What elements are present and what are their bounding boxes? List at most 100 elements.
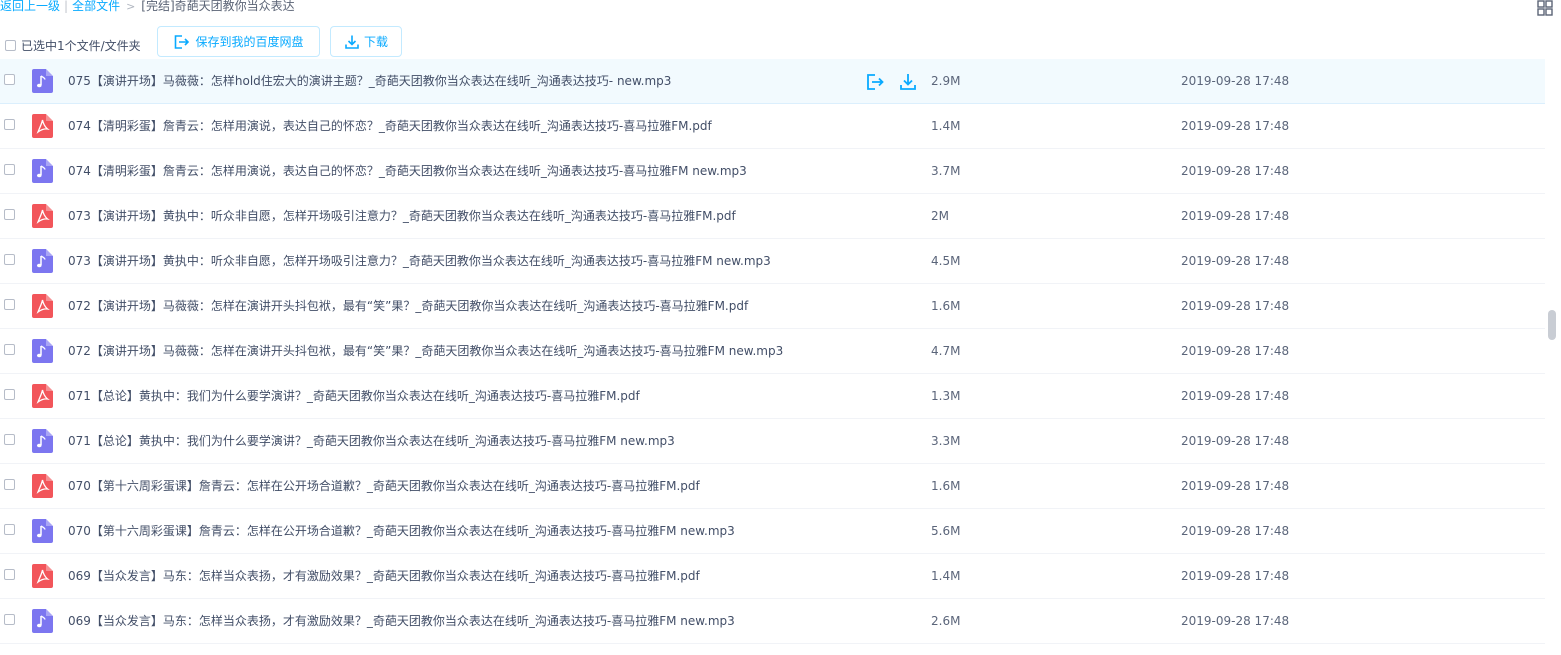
select-all-checkbox[interactable]: [5, 40, 16, 51]
file-size: 2.9M: [931, 74, 961, 88]
scrollbar-thumb[interactable]: [1548, 310, 1556, 340]
music-note-icon: [32, 159, 53, 183]
file-checkbox[interactable]: [4, 254, 15, 265]
music-note-icon: [32, 609, 53, 633]
file-name[interactable]: 075【演讲开场】马薇薇：怎样hold住宏大的演讲主题？_奇葩天团教你当众表达在…: [68, 59, 671, 103]
music-note-icon: [32, 249, 53, 273]
file-date: 2019-09-28 17:48: [1181, 479, 1290, 493]
file-checkbox[interactable]: [4, 209, 15, 220]
save-to-netdisk-button[interactable]: 保存到我的百度网盘: [157, 26, 320, 57]
file-date: 2019-09-28 17:48: [1181, 434, 1290, 448]
file-checkbox[interactable]: [4, 569, 15, 580]
file-checkbox[interactable]: [4, 119, 15, 130]
file-name[interactable]: 073【演讲开场】黄执中：听众非自愿，怎样开场吸引注意力？_奇葩天团教你当众表达…: [68, 194, 736, 238]
file-name[interactable]: 072【演讲开场】马薇薇：怎样在演讲开头抖包袱，最有“笑”果？_奇葩天团教你当众…: [68, 329, 783, 373]
file-size: 1.4M: [931, 119, 961, 133]
back-link[interactable]: 返回上一级: [0, 0, 60, 13]
grid-view-icon[interactable]: [1537, 0, 1553, 16]
file-row[interactable]: 071【总论】黄执中：我们为什么要学演讲？_奇葩天团教你当众表达在线听_沟通表达…: [0, 374, 1545, 419]
file-size: 2M: [931, 209, 949, 223]
file-checkbox[interactable]: [4, 434, 15, 445]
file-date: 2019-09-28 17:48: [1181, 209, 1290, 223]
file-date: 2019-09-28 17:48: [1181, 614, 1290, 628]
current-folder-name: [完结]奇葩天团教你当众表达: [141, 0, 295, 13]
download-button-label: 下载: [363, 35, 388, 49]
breadcrumb: 返回上一级 | 全部文件 > [完结]奇葩天团教你当众表达: [0, 0, 295, 14]
file-name[interactable]: 072【演讲开场】马薇薇：怎样在演讲开头抖包袱，最有“笑”果？_奇葩天团教你当众…: [68, 284, 748, 328]
file-row[interactable]: 073【演讲开场】黄执中：听众非自愿，怎样开场吸引注意力？_奇葩天团教你当众表达…: [0, 194, 1545, 239]
download-icon: [345, 35, 359, 49]
file-name[interactable]: 073【演讲开场】黄执中：听众非自愿，怎样开场吸引注意力？_奇葩天团教你当众表达…: [68, 239, 771, 283]
save-to-netdisk-icon[interactable]: [865, 72, 885, 92]
download-button[interactable]: 下载: [330, 26, 402, 57]
file-checkbox[interactable]: [4, 614, 15, 625]
file-size: 2.6M: [931, 614, 961, 628]
file-row[interactable]: 069【当众发言】马东：怎样当众表扬，才有激励效果？_奇葩天团教你当众表达在线听…: [0, 599, 1545, 644]
file-checkbox[interactable]: [4, 479, 15, 490]
file-size: 3.7M: [931, 164, 961, 178]
download-icon[interactable]: [898, 72, 918, 92]
file-row[interactable]: 069【当众发言】马东：怎样当众表扬，才有激励效果？_奇葩天团教你当众表达在线听…: [0, 554, 1545, 599]
file-size: 4.7M: [931, 344, 961, 358]
file-row[interactable]: 071【总论】黄执中：我们为什么要学演讲？_奇葩天团教你当众表达在线听_沟通表达…: [0, 419, 1545, 464]
file-size: 5.6M: [931, 524, 961, 538]
file-size: 4.5M: [931, 254, 961, 268]
file-date: 2019-09-28 17:48: [1181, 569, 1290, 583]
file-checkbox[interactable]: [4, 299, 15, 310]
file-checkbox[interactable]: [4, 344, 15, 355]
file-name[interactable]: 074【清明彩蛋】詹青云：怎样用演说，表达自己的怀恋？_奇葩天团教你当众表达在线…: [68, 149, 747, 193]
pdf-icon: [32, 204, 53, 228]
file-row[interactable]: 070【第十六周彩蛋课】詹青云：怎样在公开场合道歉？_奇葩天团教你当众表达在线听…: [0, 509, 1545, 554]
toolbar: 已选中1个文件/文件夹 保存到我的百度网盘 下载: [0, 26, 1561, 60]
selected-count-label: 已选中1个文件/文件夹: [21, 39, 141, 53]
file-date: 2019-09-28 17:48: [1181, 389, 1290, 403]
file-name[interactable]: 071【总论】黄执中：我们为什么要学演讲？_奇葩天团教你当众表达在线听_沟通表达…: [68, 419, 675, 463]
file-size: 3.3M: [931, 434, 961, 448]
file-date: 2019-09-28 17:48: [1181, 299, 1290, 313]
music-note-icon: [32, 69, 53, 93]
scrollbar[interactable]: [1545, 60, 1561, 655]
file-date: 2019-09-28 17:48: [1181, 344, 1290, 358]
file-row[interactable]: 072【演讲开场】马薇薇：怎样在演讲开头抖包袱，最有“笑”果？_奇葩天团教你当众…: [0, 329, 1545, 374]
pdf-icon: [32, 294, 53, 318]
file-date: 2019-09-28 17:48: [1181, 524, 1290, 538]
file-name[interactable]: 074【清明彩蛋】詹青云：怎样用演说，表达自己的怀恋？_奇葩天团教你当众表达在线…: [68, 104, 712, 148]
file-checkbox[interactable]: [4, 524, 15, 535]
pdf-icon: [32, 114, 53, 138]
file-list: 075【演讲开场】马薇薇：怎样hold住宏大的演讲主题？_奇葩天团教你当众表达在…: [0, 59, 1545, 644]
pdf-icon: [32, 564, 53, 588]
file-size: 1.3M: [931, 389, 961, 403]
file-checkbox[interactable]: [4, 389, 15, 400]
breadcrumb-arrow: >: [126, 0, 136, 13]
file-row[interactable]: 072【演讲开场】马薇薇：怎样在演讲开头抖包袱，最有“笑”果？_奇葩天团教你当众…: [0, 284, 1545, 329]
pdf-icon: [32, 474, 53, 498]
file-name[interactable]: 071【总论】黄执中：我们为什么要学演讲？_奇葩天团教你当众表达在线听_沟通表达…: [68, 374, 640, 418]
file-size: 1.6M: [931, 479, 961, 493]
file-date: 2019-09-28 17:48: [1181, 164, 1290, 178]
file-row[interactable]: 075【演讲开场】马薇薇：怎样hold住宏大的演讲主题？_奇葩天团教你当众表达在…: [0, 59, 1545, 104]
music-note-icon: [32, 429, 53, 453]
breadcrumb-separator: |: [64, 0, 69, 13]
music-note-icon: [32, 339, 53, 363]
file-size: 1.6M: [931, 299, 961, 313]
save-to-netdisk-icon: [175, 34, 190, 49]
file-date: 2019-09-28 17:48: [1181, 74, 1290, 88]
file-name[interactable]: 070【第十六周彩蛋课】詹青云：怎样在公开场合道歉？_奇葩天团教你当众表达在线听…: [68, 509, 735, 553]
music-note-icon: [32, 519, 53, 543]
file-checkbox[interactable]: [4, 74, 15, 85]
file-name[interactable]: 069【当众发言】马东：怎样当众表扬，才有激励效果？_奇葩天团教你当众表达在线听…: [68, 554, 700, 598]
file-checkbox[interactable]: [4, 164, 15, 175]
file-row[interactable]: 070【第十六周彩蛋课】詹青云：怎样在公开场合道歉？_奇葩天团教你当众表达在线听…: [0, 464, 1545, 509]
file-row[interactable]: 074【清明彩蛋】詹青云：怎样用演说，表达自己的怀恋？_奇葩天团教你当众表达在线…: [0, 149, 1545, 194]
all-files-link[interactable]: 全部文件: [72, 0, 120, 13]
file-name[interactable]: 069【当众发言】马东：怎样当众表扬，才有激励效果？_奇葩天团教你当众表达在线听…: [68, 599, 735, 643]
file-date: 2019-09-28 17:48: [1181, 119, 1290, 133]
file-row[interactable]: 073【演讲开场】黄执中：听众非自愿，怎样开场吸引注意力？_奇葩天团教你当众表达…: [0, 239, 1545, 284]
pdf-icon: [32, 384, 53, 408]
file-name[interactable]: 070【第十六周彩蛋课】詹青云：怎样在公开场合道歉？_奇葩天团教你当众表达在线听…: [68, 464, 700, 508]
file-date: 2019-09-28 17:48: [1181, 254, 1290, 268]
file-row[interactable]: 074【清明彩蛋】詹青云：怎样用演说，表达自己的怀恋？_奇葩天团教你当众表达在线…: [0, 104, 1545, 149]
save-button-label: 保存到我的百度网盘: [195, 35, 304, 49]
select-all: 已选中1个文件/文件夹: [5, 37, 141, 54]
file-size: 1.4M: [931, 569, 961, 583]
